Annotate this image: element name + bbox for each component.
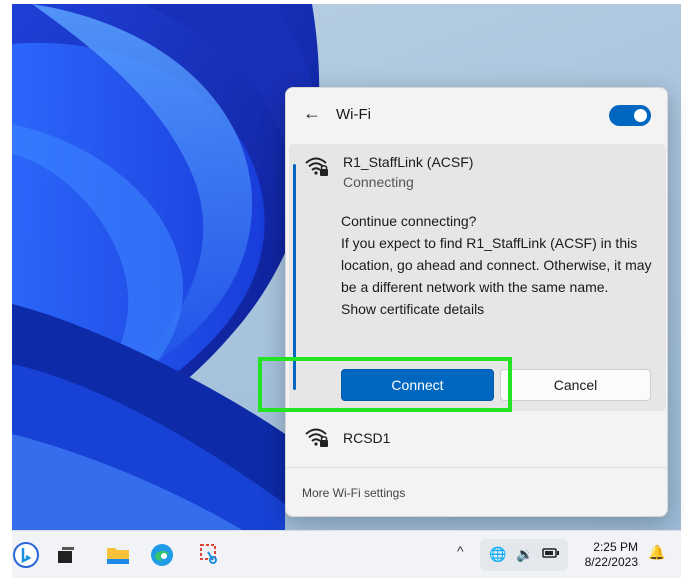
- taskbar: ^ 🌐 🔉 2:25 PM 8/22/2023 🔔: [12, 530, 681, 578]
- wifi-secured-icon: [304, 155, 330, 182]
- connection-prompt: Continue connecting? If you expect to fi…: [341, 210, 657, 320]
- connect-highlight-box: [258, 357, 512, 412]
- task-view-icon[interactable]: [52, 541, 80, 569]
- wifi-flyout: ← Wi-Fi R1_StaffLink (ACSF) Connecting C…: [285, 87, 668, 517]
- battery-icon: [542, 546, 560, 562]
- clock-date: 8/22/2023: [584, 555, 638, 569]
- volume-icon: 🔉: [516, 546, 534, 562]
- network-item[interactable]: RCSD1: [286, 418, 667, 462]
- network-status: Connecting: [343, 174, 414, 190]
- wifi-title: Wi-Fi: [336, 106, 371, 123]
- clock-time: 2:25 PM: [593, 540, 638, 554]
- toggle-knob: [634, 109, 647, 122]
- bing-icon[interactable]: [12, 541, 40, 569]
- wifi-header: ← Wi-Fi: [286, 88, 667, 144]
- network-globe-icon: 🌐: [489, 546, 507, 562]
- wifi-toggle[interactable]: [609, 105, 651, 126]
- notification-bell-icon[interactable]: 🔔: [648, 544, 665, 561]
- back-arrow-icon[interactable]: ←: [303, 103, 321, 124]
- show-hidden-icons-chevron-icon[interactable]: ^: [457, 543, 464, 559]
- cancel-button[interactable]: Cancel: [500, 369, 651, 401]
- network-name: RCSD1: [343, 430, 391, 446]
- prompt-heading: Continue connecting?: [341, 213, 477, 229]
- file-explorer-icon[interactable]: [104, 541, 132, 569]
- snipping-tool-icon[interactable]: [196, 541, 224, 569]
- network-name: R1_StaffLink (ACSF): [343, 154, 474, 170]
- prompt-body: If you expect to find R1_StaffLink (ACSF…: [341, 235, 652, 295]
- clock[interactable]: 2:25 PM 8/22/2023: [574, 540, 638, 570]
- show-certificate-link[interactable]: Show certificate details: [341, 298, 657, 320]
- wifi-secured-icon: [304, 426, 330, 453]
- edge-icon[interactable]: [148, 541, 176, 569]
- more-wifi-settings-link[interactable]: More Wi-Fi settings: [302, 486, 405, 500]
- footer-divider: [286, 467, 667, 468]
- quick-settings-tray[interactable]: 🌐 🔉: [480, 539, 568, 571]
